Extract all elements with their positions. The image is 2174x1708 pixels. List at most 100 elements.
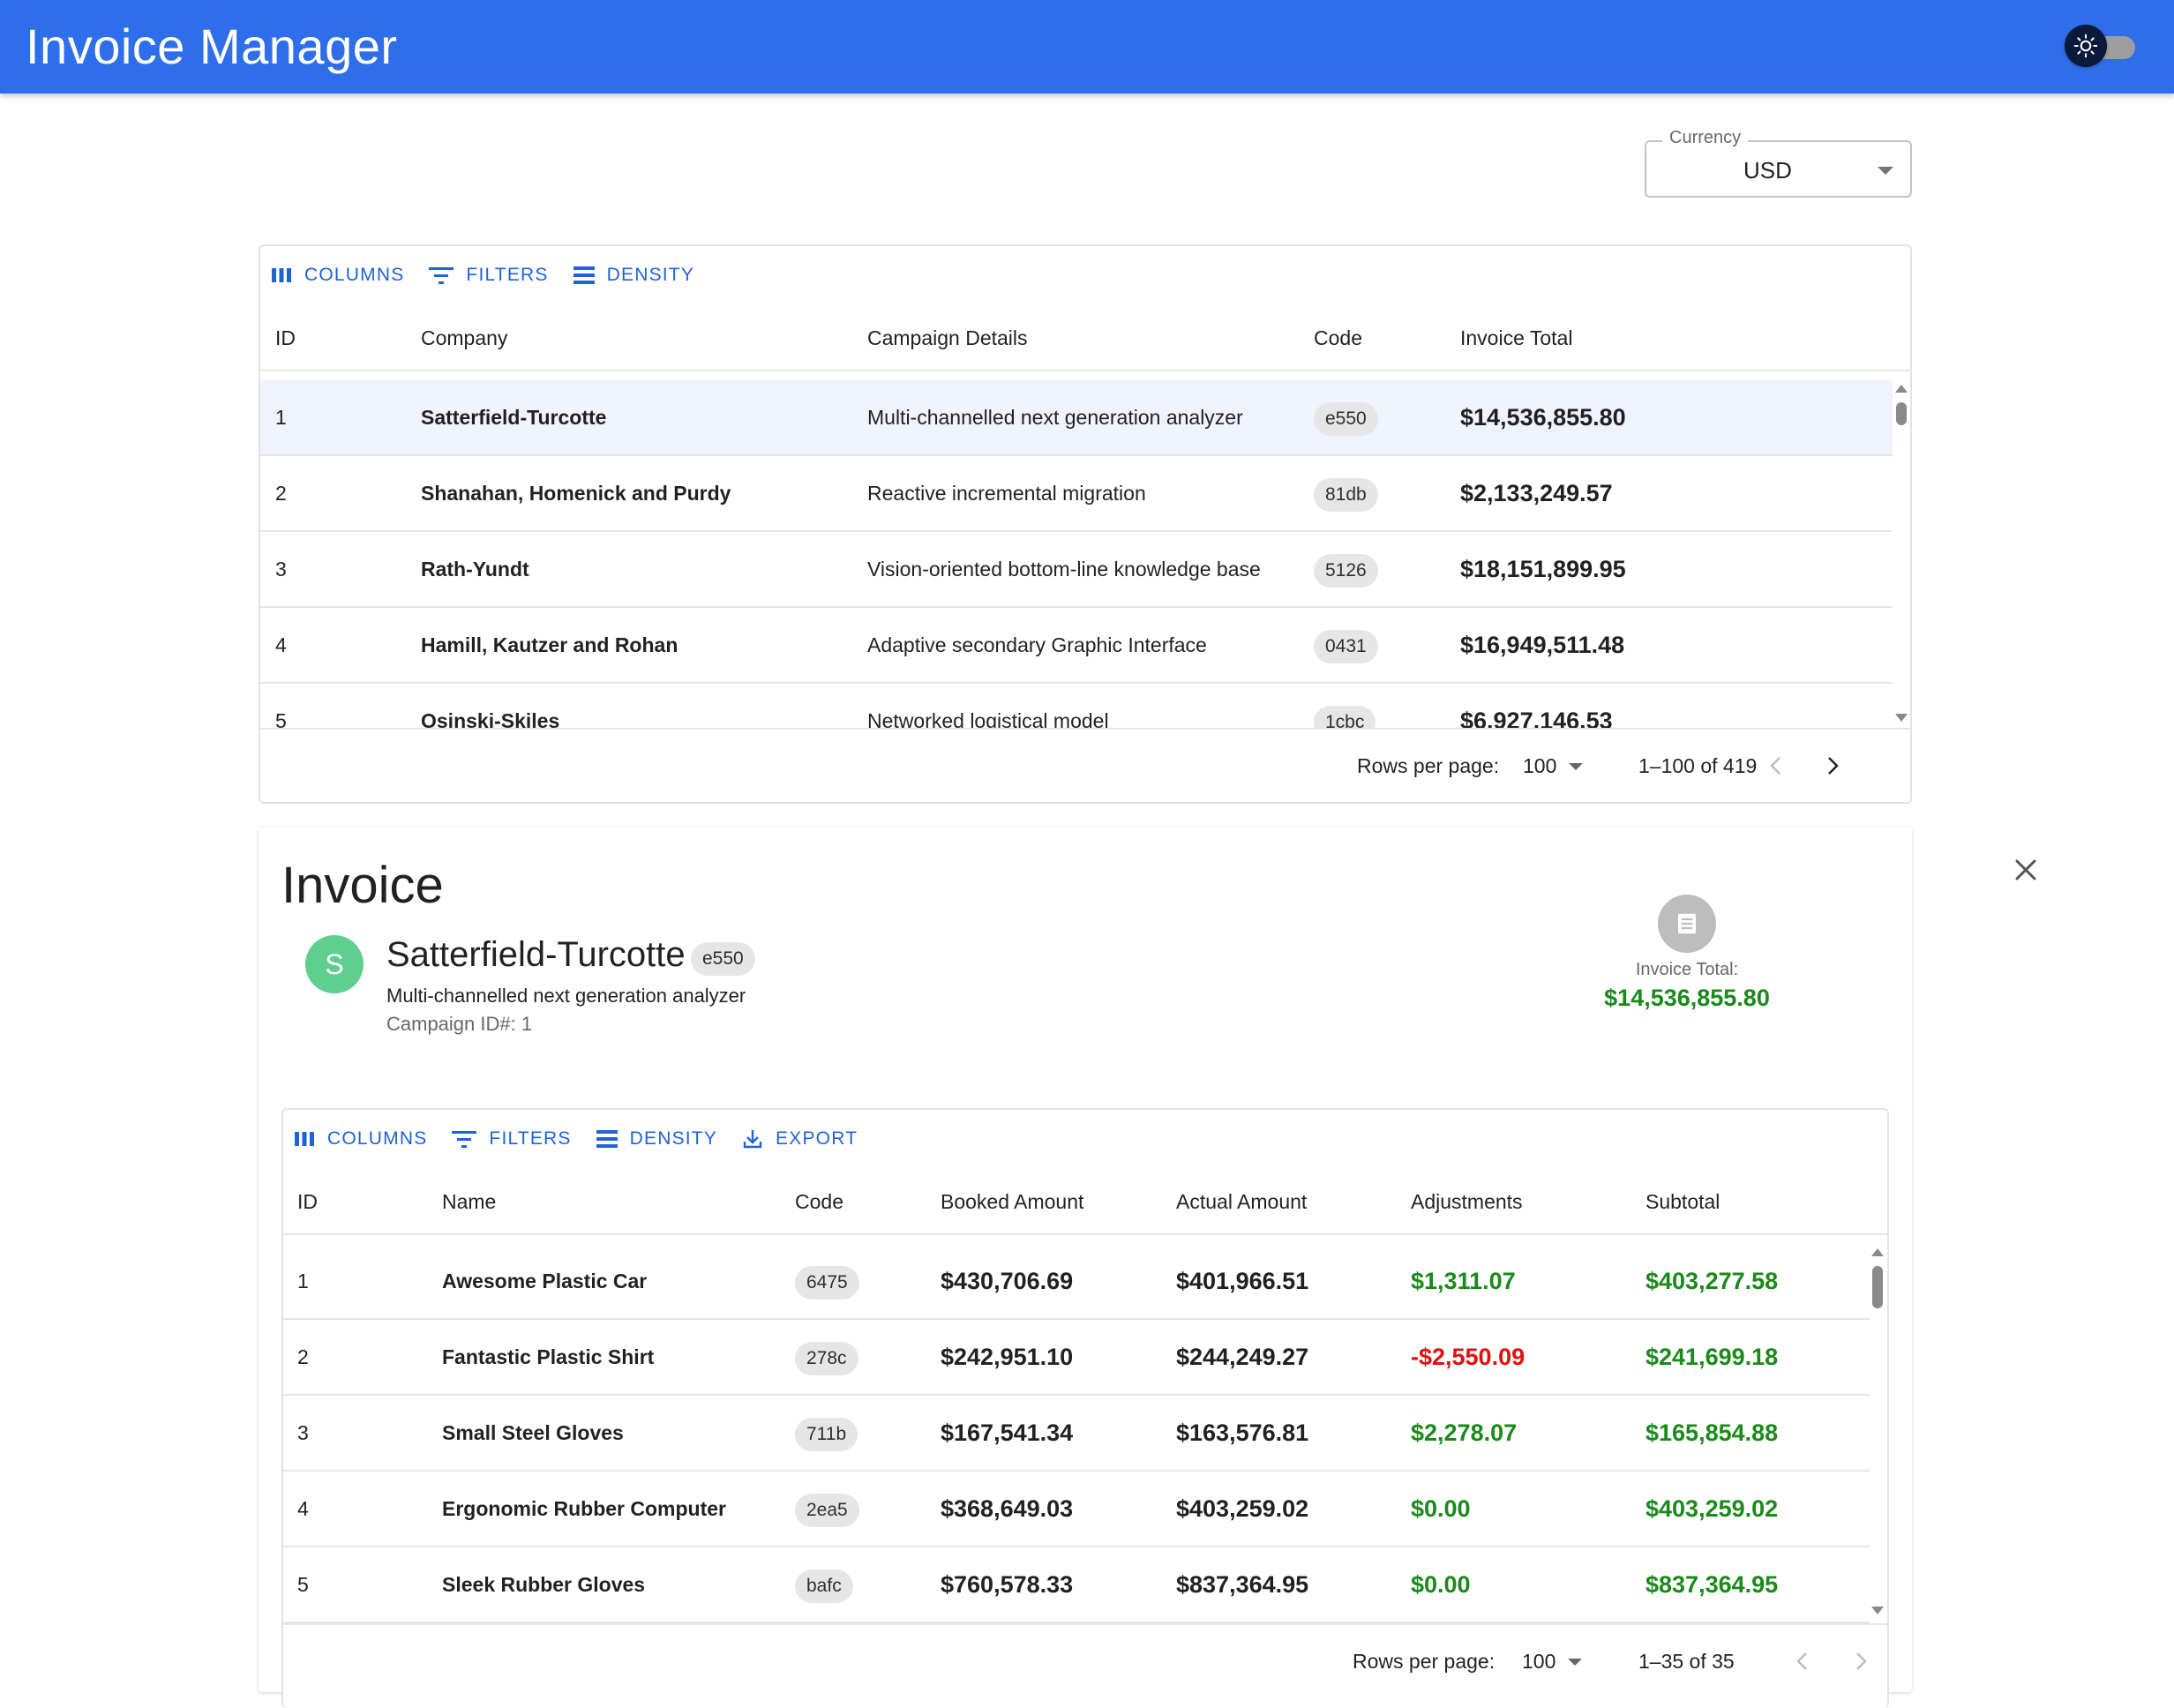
cell-code: bafc (795, 1547, 853, 1622)
column-header-name[interactable]: Name (442, 1168, 496, 1235)
cell-code: 1cbc (1314, 684, 1376, 728)
columns-label: COLUMNS (327, 1128, 428, 1149)
cell-campaign-details: Networked logistical model (867, 709, 1109, 728)
cell-invoice-total: $14,536,855.80 (1460, 404, 1626, 431)
previous-page-button[interactable] (1760, 730, 1792, 802)
export-button[interactable]: EXPORT (742, 1128, 858, 1150)
column-header-subtotal[interactable]: Subtotal (1645, 1168, 1720, 1235)
currency-label: Currency (1662, 128, 1749, 148)
density-button[interactable]: DENSITY (596, 1128, 717, 1150)
cell-id: 1 (275, 406, 287, 429)
rows-per-page-select[interactable]: 100 (1522, 1625, 1593, 1697)
cell-code: 278c (795, 1320, 858, 1394)
code-chip: 0431 (1314, 629, 1378, 663)
column-header-company[interactable]: Company (421, 304, 507, 371)
column-header-invoice-total[interactable]: Invoice Total (1460, 304, 1572, 371)
rows-per-page-select[interactable]: 100 (1523, 730, 1593, 802)
cell-id: 5 (275, 709, 287, 728)
column-header-booked-amount[interactable]: Booked Amount (941, 1168, 1083, 1235)
invoice-total-value: $14,536,855.80 (1604, 985, 1770, 1011)
table-row[interactable]: 2 Fantastic Plastic Shirt 278c $242,951.… (283, 1320, 1870, 1396)
cell-booked-amount: $430,706.69 (941, 1268, 1074, 1294)
rows-per-page-label: Rows per page: (1357, 754, 1500, 777)
cell-booked-amount: $368,649.03 (941, 1495, 1074, 1522)
chevron-right-icon (1856, 1652, 1867, 1670)
columns-icon (272, 268, 291, 282)
cell-actual-amount: $401,966.51 (1176, 1268, 1309, 1294)
code-chip: 6475 (795, 1265, 859, 1300)
cell-code: 6475 (795, 1244, 859, 1318)
chevron-left-icon (1770, 757, 1780, 775)
code-chip: e550 (691, 942, 755, 976)
table-row[interactable]: 2 Shanahan, Homenick and Purdy Reactive … (260, 456, 1893, 532)
vertical-scrollbar[interactable] (1893, 383, 1909, 725)
filters-button[interactable]: FILTERS (452, 1128, 571, 1150)
column-header-code[interactable]: Code (795, 1168, 843, 1235)
column-header-code[interactable]: Code (1314, 304, 1362, 371)
cell-id: 4 (297, 1497, 309, 1520)
chevron-right-icon (1828, 757, 1839, 775)
table-row[interactable]: 4 Ergonomic Rubber Computer 2ea5 $368,64… (283, 1472, 1870, 1547)
scroll-down-icon[interactable] (1871, 1607, 1884, 1614)
cell-invoice-total: $2,133,249.57 (1460, 480, 1613, 506)
table-row[interactable]: 1 Awesome Plastic Car 6475 $430,706.69 $… (283, 1244, 1870, 1320)
campaigns-toolbar: COLUMNS FILTERS DENSITY (260, 246, 708, 304)
invoice-campaign-id: Campaign ID#: 1 (386, 1013, 533, 1035)
density-button[interactable]: DENSITY (573, 265, 694, 286)
cell-code: e550 (1314, 380, 1378, 454)
filters-button[interactable]: FILTERS (429, 265, 548, 286)
cell-adjustments: $2,278.07 (1411, 1420, 1518, 1446)
caret-down-icon (1568, 1659, 1582, 1666)
close-icon[interactable] (2010, 854, 2042, 886)
cell-invoice-total: $16,949,511.48 (1460, 632, 1625, 658)
cell-id: 2 (297, 1345, 309, 1368)
table-row[interactable]: 4 Hamill, Kautzer and Rohan Adaptive sec… (260, 608, 1893, 684)
vertical-scrollbar[interactable] (1870, 1247, 1885, 1617)
receipt-icon (1658, 895, 1716, 953)
scroll-up-icon[interactable] (1895, 385, 1908, 393)
currency-select[interactable]: Currency USD (1645, 128, 1912, 198)
cell-subtotal: $165,854.88 (1645, 1420, 1779, 1446)
code-chip: e550 (1314, 401, 1378, 436)
rows-per-page-value: 100 (1522, 1650, 1556, 1673)
invoice-title: Invoice (281, 857, 444, 914)
scroll-down-icon[interactable] (1895, 714, 1908, 722)
cell-id: 2 (275, 482, 287, 505)
cell-invoice-total: $6,927,146.53 (1460, 708, 1613, 728)
table-row[interactable]: 5 Sleek Rubber Gloves bafc $760,578.33 $… (283, 1547, 1870, 1623)
scroll-thumb[interactable] (1872, 1266, 1883, 1308)
columns-icon (295, 1132, 314, 1146)
code-chip: 5126 (1314, 553, 1378, 588)
cell-invoice-total: $18,151,899.95 (1460, 556, 1626, 582)
cell-company: Hamill, Kautzer and Rohan (421, 633, 678, 656)
next-page-button[interactable] (1817, 730, 1848, 802)
invoice-total-label: Invoice Total: (1635, 960, 1739, 979)
column-header-campaign-details[interactable]: Campaign Details (867, 304, 1028, 371)
avatar: S (305, 935, 364, 993)
caret-down-icon (1569, 763, 1583, 770)
table-row[interactable]: 3 Rath-Yundt Vision-oriented bottom-line… (260, 532, 1893, 608)
next-page-button[interactable] (1845, 1625, 1877, 1697)
scroll-up-icon[interactable] (1871, 1248, 1884, 1256)
column-header-actual-amount[interactable]: Actual Amount (1176, 1168, 1307, 1235)
theme-toggle[interactable] (2065, 25, 2139, 67)
column-header-id[interactable]: ID (297, 1168, 318, 1235)
code-chip: 1cbc (1314, 705, 1376, 728)
table-row[interactable]: 5 Osinski-Skiles Networked logistical mo… (260, 684, 1893, 728)
table-row[interactable]: 3 Small Steel Gloves 711b $167,541.34 $1… (283, 1396, 1870, 1472)
column-header-adjustments[interactable]: Adjustments (1411, 1168, 1523, 1235)
table-row[interactable]: 1 Satterfield-Turcotte Multi-channelled … (260, 380, 1893, 456)
columns-button[interactable]: COLUMNS (294, 1128, 427, 1150)
cell-id: 3 (275, 558, 287, 581)
invoice-panel: Invoice S Satterfield-Turcotte e550 Mult… (259, 828, 1912, 1708)
line-items-header-row: ID Name Code Booked Amount Actual Amount… (283, 1168, 1887, 1235)
column-header-id[interactable]: ID (275, 304, 296, 371)
cell-code: 2ea5 (795, 1472, 859, 1546)
cell-subtotal: $403,259.02 (1645, 1495, 1779, 1522)
filter-icon (429, 267, 454, 284)
scroll-thumb[interactable] (1896, 402, 1907, 425)
line-items-body: 1 Awesome Plastic Car 6475 $430,706.69 $… (283, 1244, 1870, 1623)
previous-page-button[interactable] (1787, 1625, 1818, 1697)
cell-name: Awesome Plastic Car (442, 1270, 648, 1292)
columns-button[interactable]: COLUMNS (271, 265, 404, 286)
